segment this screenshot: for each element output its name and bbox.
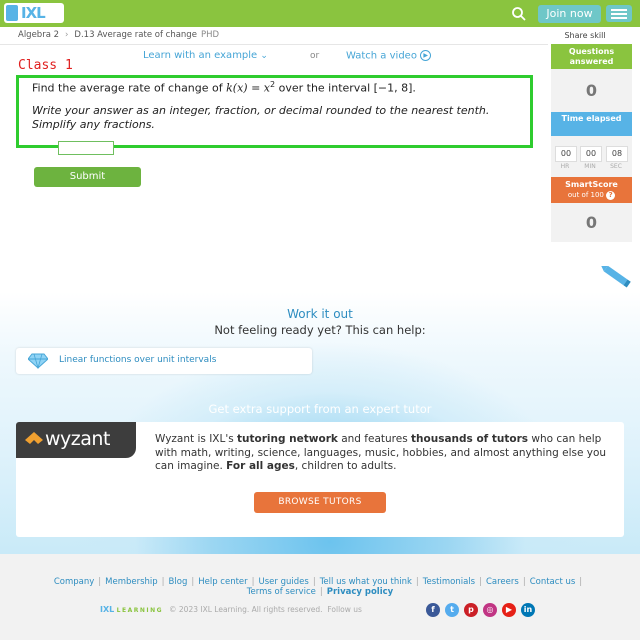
smartscore-label: SmartScore — [565, 180, 618, 189]
logo-mark — [6, 5, 18, 21]
work-it-out-subtitle: Not feeling ready yet? This can help: — [214, 323, 426, 337]
terms-link[interactable]: Terms of service — [247, 587, 316, 597]
interval-text: over the interval [−1, 8]. — [275, 81, 416, 95]
follow-us-text: Follow us — [327, 605, 362, 614]
facebook-icon[interactable]: f — [426, 603, 440, 617]
footer-link-contact[interactable]: Contact us — [530, 577, 576, 587]
linkedin-icon[interactable]: in — [521, 603, 535, 617]
copyright-text: © 2023 IXL Learning. All rights reserved… — [169, 605, 323, 614]
footer-legal-links: Terms of service | Privacy policy — [246, 587, 394, 597]
footer-link-testimonials[interactable]: Testimonials — [423, 577, 475, 587]
wyzant-wordmark: wyzant — [45, 428, 110, 450]
or-text: or — [310, 51, 320, 61]
timer-minutes: 00 — [580, 146, 602, 162]
youtube-icon[interactable]: ▶ — [502, 603, 516, 617]
logo-text: IXL — [21, 4, 46, 22]
related-skill-card[interactable]: Linear functions over unit intervals — [16, 348, 312, 374]
twitter-icon[interactable]: t — [445, 603, 459, 617]
watch-label: Watch a video — [346, 50, 417, 62]
timer-hours: 00 — [555, 146, 577, 162]
smartscore-sub: out of 100 — [567, 191, 604, 199]
tutor-heading: Get extra support from an expert tutor — [208, 402, 432, 416]
footer-link-help[interactable]: Help center — [198, 577, 247, 587]
prompt-text: Find the average rate of change of — [32, 81, 227, 95]
tutor-text-1: Wyzant is IXL's — [155, 433, 238, 445]
footer-link-company[interactable]: Company — [54, 577, 94, 587]
chevron-down-icon: ⌄ — [260, 51, 268, 61]
pencil-icon[interactable] — [600, 266, 634, 288]
footer-link-careers[interactable]: Careers — [486, 577, 519, 587]
submit-button[interactable]: Submit — [34, 167, 141, 187]
footer-links: Company | Membership | Blog | Help center | User… — [53, 577, 583, 587]
question-instructions: Write your answer as an integer, fractio… — [32, 104, 490, 131]
tutor-bold-1: tutoring network — [237, 433, 338, 445]
footer — [0, 554, 640, 640]
search-icon[interactable] — [511, 6, 527, 22]
tutor-bold-2: thousands of tutors — [411, 433, 529, 445]
tutor-text-2: and features — [337, 433, 412, 445]
breadcrumb: Algebra 2 › D.13 Average rate of change PHD — [18, 30, 219, 40]
work-it-out-title: Work it out — [287, 307, 353, 321]
footer-logo-sub: LEARNING — [116, 607, 164, 614]
privacy-link[interactable]: Privacy policy — [327, 587, 393, 597]
time-elapsed-panel: 00 00 08 HR MIN SEC — [551, 136, 632, 177]
copyright: IXL LEARNING © 2023 IXL Learning. All rig… — [100, 605, 362, 614]
footer-link-feedback[interactable]: Tell us what you think — [320, 577, 412, 587]
footer-link-blog[interactable]: Blog — [169, 577, 188, 587]
question-prompt: Find the average rate of change of k(x) … — [32, 80, 416, 95]
tutor-description: Wyzant is IXL's tutoring network and fea… — [155, 433, 615, 474]
annotation-label: Class 1 — [18, 58, 73, 73]
diamond-icon — [28, 353, 48, 369]
smartscore-value: 0 — [551, 203, 632, 242]
time-elapsed-label: Time elapsed — [551, 112, 632, 136]
help-icon[interactable]: ? — [606, 191, 616, 200]
menu-icon[interactable] — [606, 5, 632, 22]
instagram-icon[interactable]: ◎ — [483, 603, 497, 617]
share-skill-button[interactable]: Share skill — [559, 29, 611, 43]
learn-with-example-link[interactable]: Learn with an example ⌄ — [143, 50, 268, 61]
ixl-logo[interactable]: IXL — [4, 3, 64, 23]
function-expression: k(x) = x — [226, 81, 271, 95]
wyzant-logo: wyzant — [16, 422, 136, 458]
questions-answered-value: 0 — [551, 69, 632, 112]
timer-seconds-unit: SEC — [610, 163, 622, 170]
watch-video-link[interactable]: Watch a video ▶ — [346, 50, 432, 62]
pinterest-icon[interactable]: p — [464, 603, 478, 617]
footer-link-guides[interactable]: User guides — [259, 577, 309, 587]
related-skill-link[interactable]: Linear functions over unit intervals — [59, 355, 216, 365]
timer-seconds: 08 — [606, 146, 628, 162]
browse-tutors-button[interactable]: BROWSE TUTORS — [254, 492, 386, 513]
play-icon: ▶ — [420, 50, 432, 61]
timer-hours-unit: HR — [560, 163, 570, 170]
breadcrumb-skill: D.13 Average rate of change — [74, 30, 197, 40]
timer-minutes-unit: MIN — [584, 163, 596, 170]
chevron-right-icon: › — [65, 30, 69, 40]
footer-logo: IXL — [100, 605, 115, 614]
smartscore-header: SmartScore out of 100 ? — [551, 177, 632, 203]
join-now-button[interactable]: Join now — [538, 5, 601, 23]
footer-link-membership[interactable]: Membership — [105, 577, 158, 587]
breadcrumb-subject[interactable]: Algebra 2 — [18, 30, 59, 40]
learn-label: Learn with an example — [143, 50, 258, 61]
tutor-text-4: , children to adults. — [294, 460, 397, 472]
answer-input[interactable] — [58, 141, 114, 155]
questions-answered-label: Questions answered — [551, 44, 632, 69]
wyzant-mark-icon — [25, 432, 43, 444]
tutor-bold-3: For all ages — [226, 460, 295, 472]
skill-code: PHD — [200, 30, 219, 40]
divider — [0, 44, 548, 45]
